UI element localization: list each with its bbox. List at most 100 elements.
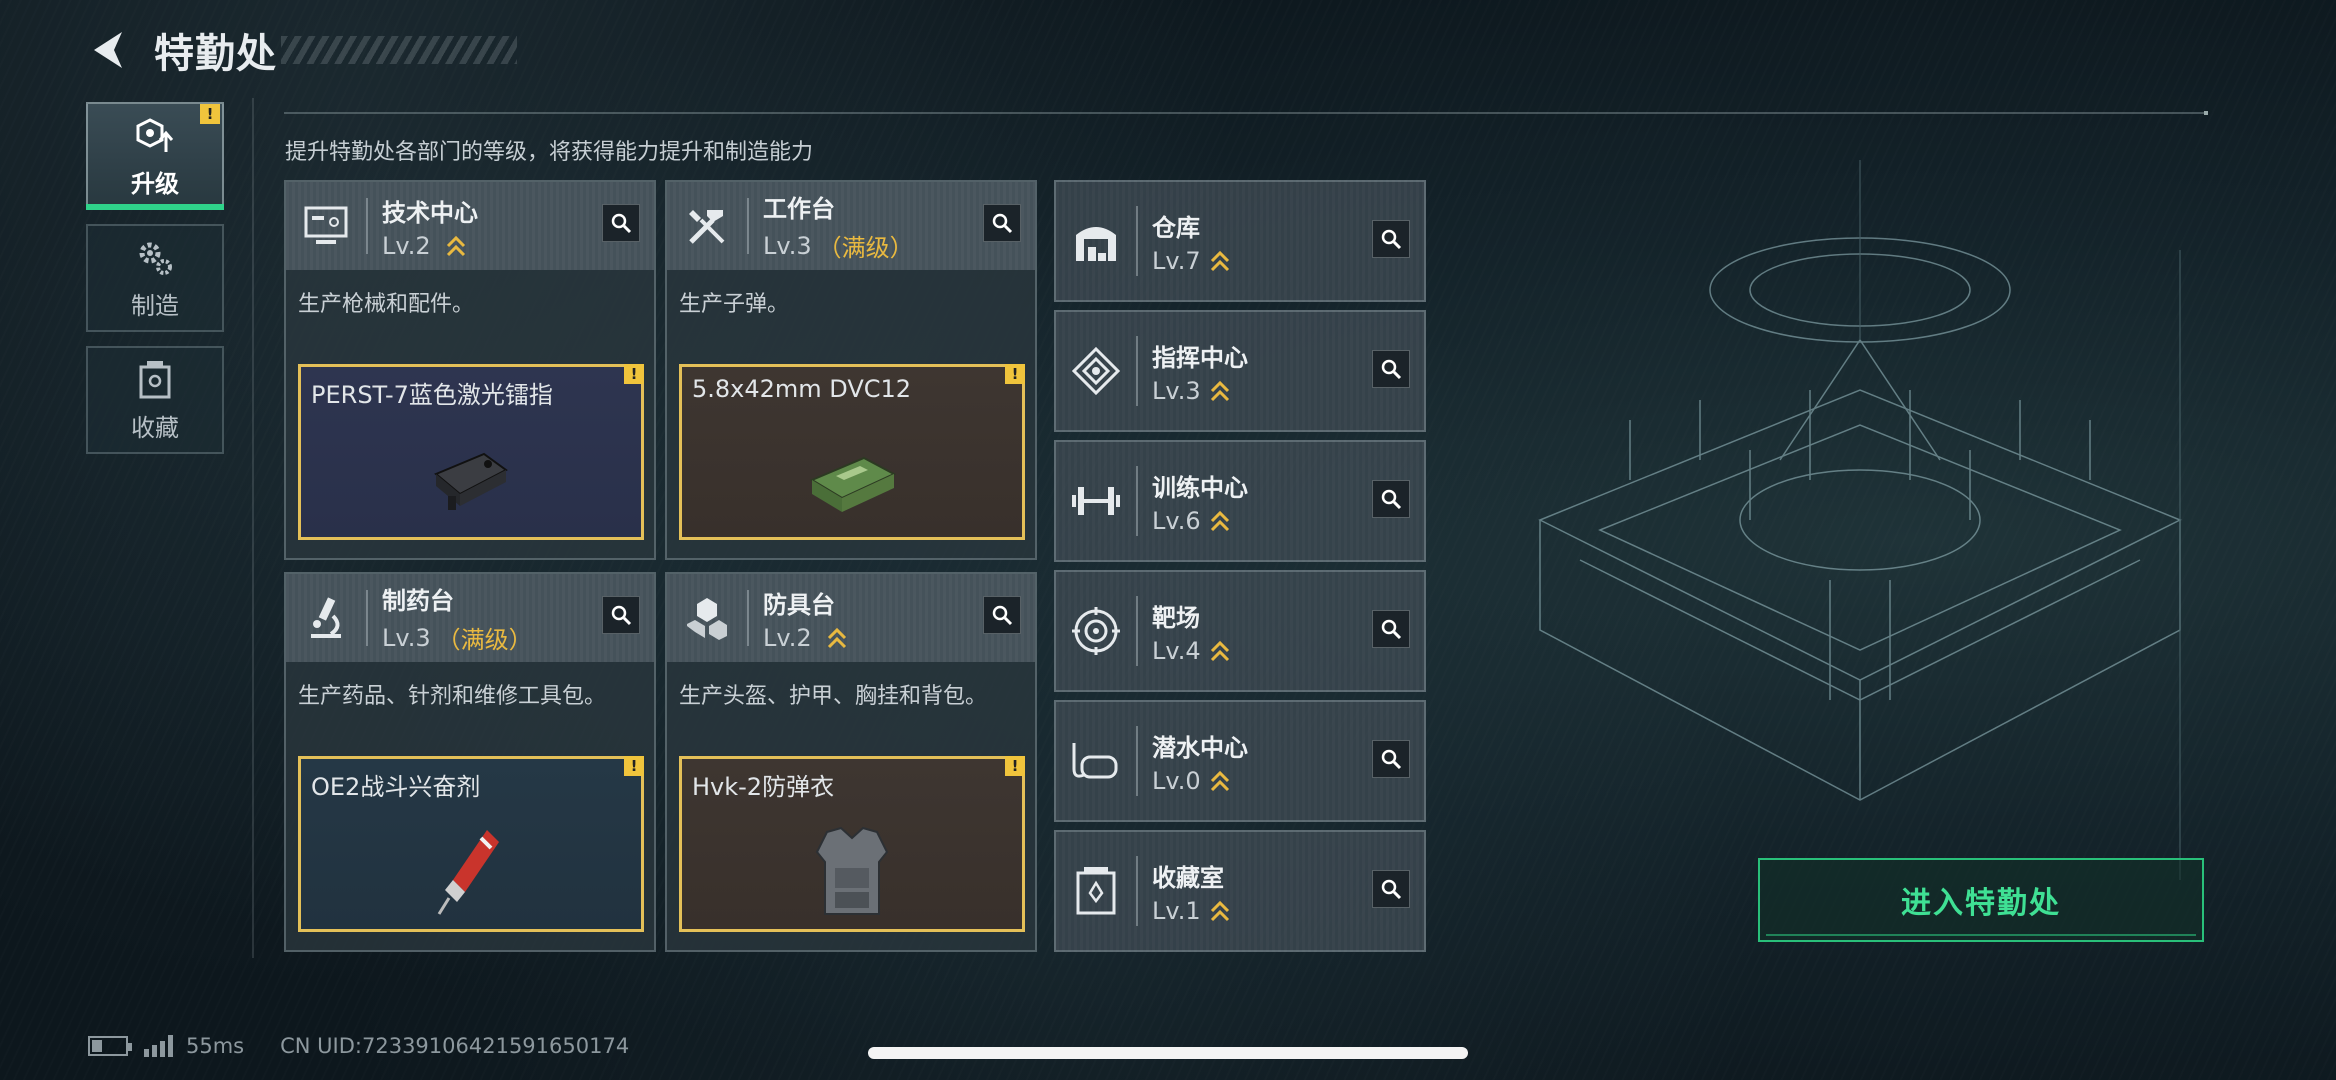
divider [1136, 206, 1138, 276]
home-indicator[interactable] [868, 1047, 1468, 1059]
microscope-icon [286, 574, 366, 662]
department-level: Lv.2 [763, 624, 848, 652]
facility-name: 靶场 [1152, 603, 1200, 632]
facility-name: 指挥中心 [1152, 343, 1248, 372]
ping-text: 55ms [186, 1034, 245, 1058]
ammo-box-icon [792, 425, 912, 535]
search-icon [992, 213, 1013, 234]
search-button[interactable] [602, 596, 640, 634]
search-button[interactable] [983, 204, 1021, 242]
search-button[interactable] [602, 204, 640, 242]
divider [366, 590, 368, 646]
search-button[interactable] [1372, 480, 1410, 518]
diving-mask-icon [1056, 702, 1136, 820]
facility-card-range[interactable]: 靶场 Lv.4 [1054, 570, 1426, 692]
monitor-icon [286, 182, 366, 270]
laser-module-icon [411, 425, 531, 535]
base-illustration [1538, 160, 2182, 880]
divider [747, 590, 749, 646]
department-card-tech[interactable]: 技术中心 Lv.2 生产枪械和配件。 ! PERST-7蓝色激光镭指 [284, 180, 656, 560]
facility-level: Lv.1 [1152, 897, 1231, 925]
header: 特勤处 [84, 20, 517, 80]
divider [1136, 856, 1138, 926]
search-icon [1381, 489, 1402, 510]
card-header: 防具台 Lv.2 [667, 574, 1035, 662]
facility-card-command[interactable]: 指挥中心 Lv.3 [1054, 310, 1426, 432]
department-description: 生产药品、针剂和维修工具包。 [298, 684, 607, 709]
enter-button[interactable]: 进入特勤处 [1758, 858, 2204, 942]
facility-name: 收藏室 [1152, 863, 1224, 892]
search-icon [1381, 879, 1402, 900]
product-slot[interactable]: ! PERST-7蓝色激光镭指 [298, 364, 644, 540]
uid-text: CN UID:72339106421591650174 [280, 1034, 630, 1058]
search-button[interactable] [1372, 350, 1410, 388]
display-case-icon [1056, 832, 1136, 950]
product-slot[interactable]: ! 5.8x42mm DVC12 [679, 364, 1025, 540]
level-text: Lv.2 [763, 623, 812, 652]
target-icon [1056, 572, 1136, 690]
gears-icon [133, 236, 177, 280]
tab-label: 升级 [131, 169, 179, 198]
product-name: PERST-7蓝色激光镭指 [311, 381, 553, 409]
facility-card-diving[interactable]: 潜水中心 Lv.0 [1054, 700, 1426, 822]
department-card-pharmacy[interactable]: 制药台 Lv.3 （满级） 生产药品、针剂和维修工具包。 ! OE2战斗兴奋剂 [284, 572, 656, 952]
search-icon [1381, 359, 1402, 380]
product-name: Hvk-2防弹衣 [692, 773, 835, 801]
tab-upgrade[interactable]: ! 升级 [86, 102, 224, 210]
divider [1136, 596, 1138, 666]
facility-card-warehouse[interactable]: 仓库 Lv.7 [1054, 180, 1426, 302]
command-emblem-icon [1056, 312, 1136, 430]
search-button[interactable] [983, 596, 1021, 634]
upgrade-chevron-icon [1210, 250, 1229, 271]
product-slot[interactable]: ! Hvk-2防弹衣 [679, 756, 1025, 932]
search-button[interactable] [1372, 870, 1410, 908]
department-name: 防具台 [763, 590, 835, 619]
search-icon [1381, 229, 1402, 250]
search-icon [992, 605, 1013, 626]
body-armor-icon [792, 817, 912, 927]
facility-name: 潜水中心 [1152, 733, 1248, 762]
level-text: Lv.1 [1152, 896, 1201, 925]
facility-level: Lv.3 [1152, 377, 1248, 405]
level-text: Lv.3 [382, 623, 431, 652]
upgrade-icon [133, 114, 177, 158]
card-header: 技术中心 Lv.2 [286, 182, 654, 270]
search-button[interactable] [1372, 220, 1410, 258]
department-card-armor[interactable]: 防具台 Lv.2 生产头盔、护甲、胸挂和背包。 ! Hvk-2防弹衣 [665, 572, 1037, 952]
product-name: 5.8x42mm DVC12 [692, 375, 912, 403]
facility-name: 训练中心 [1152, 473, 1248, 502]
top-divider [284, 111, 2208, 115]
level-text: Lv.6 [1152, 506, 1201, 535]
facility-card-collection-room[interactable]: 收藏室 Lv.1 [1054, 830, 1426, 952]
back-arrow-icon [94, 32, 122, 68]
divider [1136, 336, 1138, 406]
department-card-workbench[interactable]: 工作台 Lv.3 （满级） 生产子弹。 ! 5.8x42mm DVC12 [665, 180, 1037, 560]
product-slot[interactable]: ! OE2战斗兴奋剂 [298, 756, 644, 932]
upgrade-chevron-icon [446, 235, 465, 256]
alert-badge: ! [1005, 364, 1025, 384]
facility-card-training[interactable]: 训练中心 Lv.6 [1054, 440, 1426, 562]
facility-level: Lv.0 [1152, 767, 1248, 795]
search-button[interactable] [1372, 740, 1410, 778]
max-level-tag: （满级） [436, 626, 533, 654]
department-name: 工作台 [763, 195, 835, 223]
tab-craft[interactable]: 制造 [86, 224, 224, 332]
level-text: Lv.3 [1152, 376, 1201, 405]
collection-icon [133, 358, 177, 402]
side-divider [252, 98, 254, 958]
department-level: Lv.3 （满级） [382, 620, 533, 655]
back-button[interactable] [84, 22, 132, 78]
alert-badge: ! [200, 104, 220, 124]
divider [366, 198, 368, 254]
side-tabs: ! 升级 制造 收藏 [86, 102, 224, 468]
department-level: Lv.3 （满级） [763, 228, 914, 263]
card-header: 工作台 Lv.3 （满级） [667, 182, 1035, 270]
signal-icon [144, 1035, 176, 1057]
department-name: 技术中心 [382, 198, 478, 227]
department-description: 生产枪械和配件。 [298, 292, 475, 317]
page-title: 特勤处 [154, 31, 277, 77]
tab-collection[interactable]: 收藏 [86, 346, 224, 454]
status-bar: 55ms CN UID:72339106421591650174 [88, 1034, 629, 1058]
search-button[interactable] [1372, 610, 1410, 648]
facility-level: Lv.7 [1152, 247, 1231, 275]
